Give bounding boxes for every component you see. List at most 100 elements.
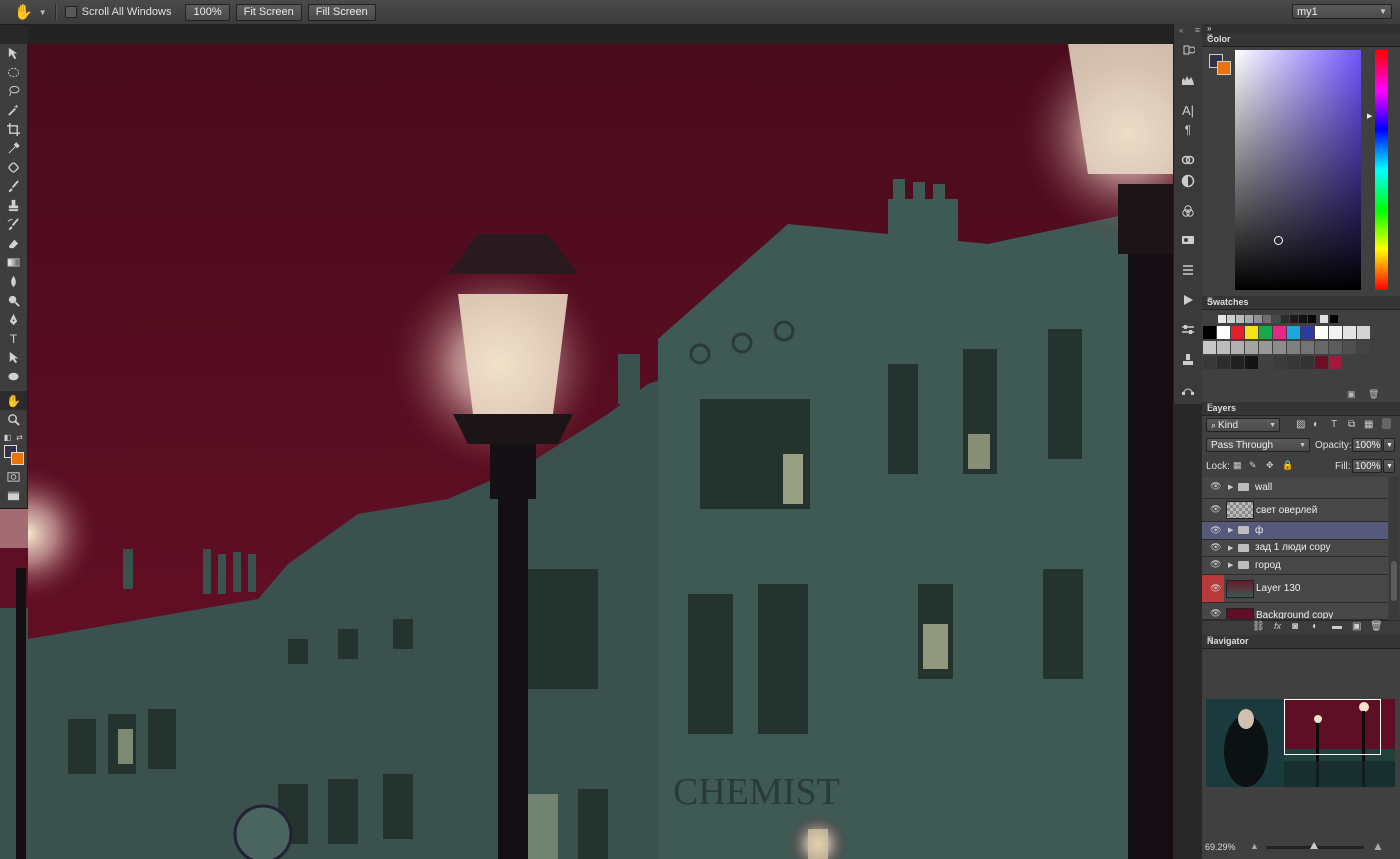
path-selection-tool-icon[interactable] <box>0 348 27 367</box>
eye-icon[interactable]: 👁 <box>1210 525 1221 536</box>
delete-layer-icon[interactable]: 🗑 <box>1370 621 1383 632</box>
swatch[interactable] <box>1320 315 1328 323</box>
layers-panel-tab[interactable]: Layers ≡ <box>1202 401 1400 416</box>
workspace-select[interactable]: my1 ▼ <box>1292 4 1392 19</box>
filter-pixel-icon[interactable]: ▨ <box>1296 419 1305 430</box>
hue-slider-arrow-icon[interactable]: ▶ <box>1367 112 1372 120</box>
swatch[interactable] <box>1231 341 1244 354</box>
layer-row-gorod[interactable]: 👁 ▶ город <box>1202 557 1388 575</box>
layers-scrollbar[interactable] <box>1389 477 1399 619</box>
layer-row-zad-people[interactable]: 👁 ▶ зад 1 люди copy <box>1202 540 1388 557</box>
fill-dropdown-icon[interactable]: ▼ <box>1383 459 1395 473</box>
clone-source-icon[interactable] <box>1180 352 1196 368</box>
swatch[interactable] <box>1301 341 1314 354</box>
quick-mask-icon[interactable] <box>0 467 27 486</box>
pen-tool-icon[interactable] <box>0 310 27 329</box>
move-tool-icon[interactable] <box>0 44 27 63</box>
layers-panel-menu-icon[interactable]: ≡ <box>1207 401 1397 412</box>
opacity-dropdown-icon[interactable]: ▼ <box>1383 438 1395 452</box>
quick-selection-tool-icon[interactable] <box>0 101 27 120</box>
navigator-view-box[interactable] <box>1284 699 1381 755</box>
type-tool-icon[interactable]: T <box>0 329 27 348</box>
filter-smart-object-icon[interactable]: ▦ <box>1364 419 1373 430</box>
tool-preset-dropdown-icon[interactable]: ▼ <box>39 8 47 17</box>
eye-icon[interactable]: 👁 <box>1210 542 1221 553</box>
character-panel-icon[interactable]: A| <box>1180 102 1196 118</box>
opacity-field[interactable]: 100% <box>1352 438 1382 452</box>
swatch[interactable] <box>1272 315 1280 323</box>
swatch[interactable] <box>1273 326 1286 339</box>
swatch[interactable] <box>1217 341 1230 354</box>
swatch[interactable] <box>1259 326 1272 339</box>
link-layers-icon[interactable]: ⛓ <box>1252 621 1265 632</box>
layer-row-layer-130[interactable]: 👁 Layer 130 <box>1202 575 1388 603</box>
swatch[interactable] <box>1231 326 1244 339</box>
dock-collapse-icon[interactable]: « <box>1179 26 1183 35</box>
swatch[interactable] <box>1203 341 1216 354</box>
layer-filter-kind-select[interactable]: ⌕ Kind ▼ <box>1206 418 1280 432</box>
paths-panel-icon[interactable] <box>1180 382 1196 398</box>
swatch[interactable] <box>1287 341 1300 354</box>
marquee-tool-icon[interactable] <box>0 63 27 82</box>
brush-presets-icon[interactable] <box>1180 262 1196 278</box>
clone-stamp-tool-icon[interactable] <box>0 196 27 215</box>
info-panel-icon[interactable] <box>1180 232 1196 248</box>
swatch[interactable] <box>1301 356 1314 369</box>
swatch[interactable] <box>1236 315 1244 323</box>
lock-image-icon[interactable]: ✎ <box>1249 460 1257 471</box>
color-picker-cursor[interactable] <box>1274 236 1283 245</box>
navigator-zoom-value[interactable]: 69.29% <box>1205 842 1236 852</box>
swatch[interactable] <box>1227 315 1235 323</box>
dock-menu-icon[interactable]: ≡ <box>1195 25 1200 35</box>
eyedropper-tool-icon[interactable] <box>0 139 27 158</box>
group-expand-icon[interactable]: ▶ <box>1228 544 1233 552</box>
document-canvas[interactable]: CHEMIST <box>28 24 1173 859</box>
color-panel-tab[interactable]: Color ≡ <box>1202 32 1400 47</box>
navigator-panel-menu-icon[interactable]: ≡ <box>1207 634 1397 645</box>
hand-tool-icon[interactable]: ✋ <box>0 391 27 410</box>
new-group-icon[interactable]: ▬ <box>1332 621 1342 632</box>
layer-row-svet-overlay[interactable]: 👁 свет оверлей <box>1202 499 1388 522</box>
channels-panel-icon[interactable] <box>1180 203 1196 219</box>
swatch[interactable] <box>1357 326 1370 339</box>
eye-icon[interactable]: 👁 <box>1210 583 1221 594</box>
background-color-swatch[interactable] <box>11 452 24 465</box>
group-expand-icon[interactable]: ▶ <box>1228 483 1233 491</box>
swatch[interactable] <box>1315 326 1328 339</box>
lock-position-icon[interactable]: ✥ <box>1266 460 1274 471</box>
eye-icon[interactable]: 👁 <box>1210 608 1221 619</box>
swatch[interactable] <box>1329 326 1342 339</box>
swatches-panel-tab[interactable]: Swatches ≡ <box>1202 295 1400 310</box>
ellipse-tool-icon[interactable] <box>0 367 27 386</box>
histogram-panel-icon[interactable] <box>1180 72 1196 88</box>
paragraph-panel-icon[interactable]: ¶ <box>1180 122 1196 138</box>
navigator-zoom-slider[interactable] <box>1266 842 1364 849</box>
group-expand-icon[interactable]: ▶ <box>1228 561 1233 569</box>
zoom-100-button[interactable]: 100% <box>185 3 230 21</box>
swatch[interactable] <box>1315 341 1328 354</box>
filter-adjustment-icon[interactable]: ◐ <box>1313 419 1319 430</box>
swatch[interactable] <box>1231 356 1244 369</box>
new-swatch-icon[interactable]: ▣ <box>1347 389 1356 400</box>
swatches-panel-menu-icon[interactable]: ≡ <box>1207 295 1397 306</box>
blend-mode-select[interactable]: Pass Through ▼ <box>1206 438 1310 452</box>
swatch[interactable] <box>1287 326 1300 339</box>
swatch[interactable] <box>1245 356 1258 369</box>
layer-row-f[interactable]: 👁 ▶ ф <box>1202 522 1388 540</box>
zoom-in-icon[interactable]: ▲ <box>1372 839 1384 853</box>
swatch[interactable] <box>1273 356 1286 369</box>
eye-icon[interactable]: 👁 <box>1210 504 1221 515</box>
swatch[interactable] <box>1299 315 1307 323</box>
zoom-tool-icon[interactable] <box>0 410 27 429</box>
history-panel-icon[interactable] <box>1180 42 1196 58</box>
hue-slider[interactable] <box>1375 50 1388 290</box>
actions-play-icon[interactable] <box>1180 292 1196 308</box>
eye-icon[interactable]: 👁 <box>1210 481 1221 492</box>
eye-icon[interactable]: 👁 <box>1210 559 1221 570</box>
dodge-tool-icon[interactable] <box>0 291 27 310</box>
swatch[interactable] <box>1203 356 1216 369</box>
eraser-tool-icon[interactable] <box>0 234 27 253</box>
creative-cloud-libraries-icon[interactable] <box>1180 152 1196 168</box>
fit-screen-button[interactable]: Fit Screen <box>235 3 302 21</box>
group-expand-icon[interactable]: ▶ <box>1228 526 1233 534</box>
